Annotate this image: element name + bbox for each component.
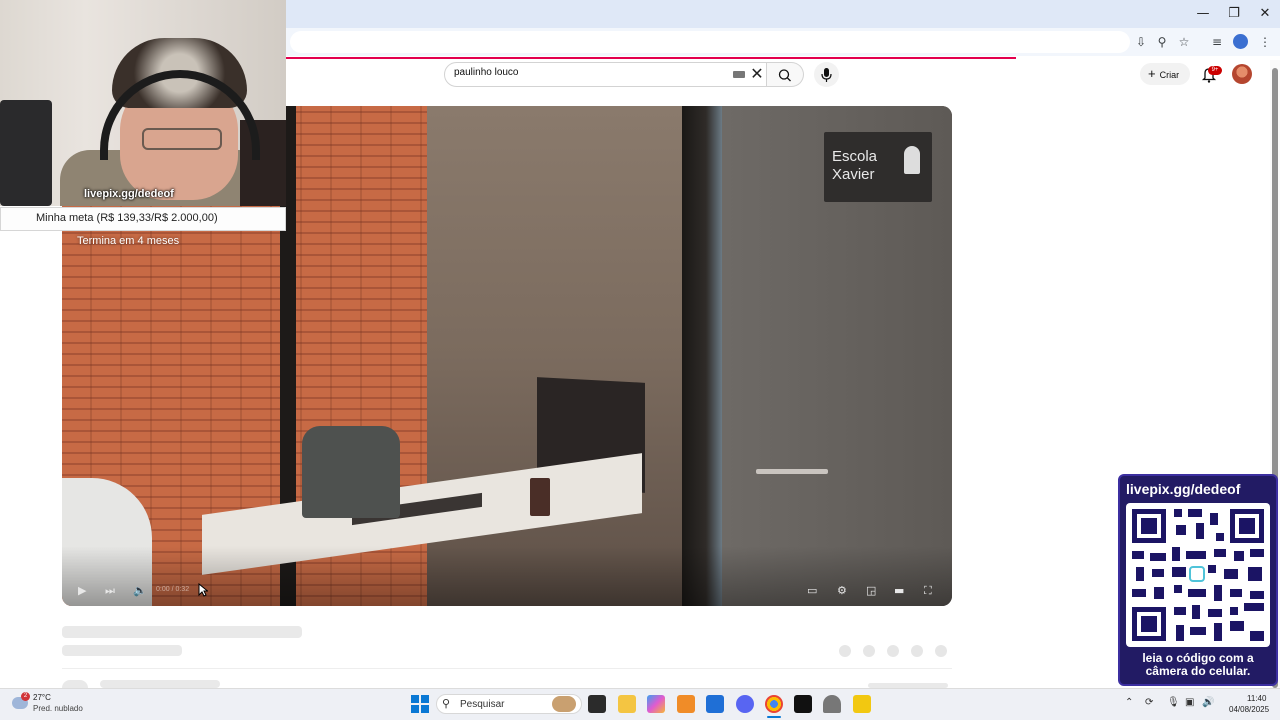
video-time: 0:00 / 0:32	[156, 586, 190, 593]
search-icon	[778, 69, 791, 82]
door-handle	[756, 469, 828, 474]
door-sign: Escola Xavier	[824, 132, 932, 202]
office-chair	[302, 426, 400, 518]
create-button[interactable]: + Criar	[1140, 63, 1190, 85]
file-explorer-icon[interactable]	[618, 695, 636, 713]
address-bar[interactable]	[290, 31, 1130, 53]
theater-mode-icon[interactable]: ▬	[894, 584, 904, 597]
sign-figure-icon	[904, 146, 920, 174]
taskbar	[0, 688, 1280, 720]
keyboard-icon[interactable]	[733, 71, 745, 78]
settings-icon[interactable]: ⚙	[837, 584, 847, 597]
qr-code-icon	[1132, 509, 1264, 641]
channel-placeholder	[100, 680, 220, 688]
action-placeholder	[863, 645, 875, 657]
weather-badge: 2	[21, 692, 30, 701]
title-placeholder	[62, 626, 302, 638]
weather-description[interactable]: Pred. nublado	[33, 704, 83, 713]
taskbar-search-placeholder: Pesquisar	[460, 699, 505, 710]
subtitle-placeholder	[62, 645, 182, 656]
pen-holder	[530, 478, 550, 516]
search-button[interactable]	[767, 62, 804, 87]
microphone-icon	[821, 68, 832, 82]
qr-code	[1126, 503, 1270, 647]
weather-temperature[interactable]: 27°C	[33, 693, 51, 702]
capcut-icon[interactable]	[794, 695, 812, 713]
play-icon[interactable]: ▶	[78, 584, 86, 597]
plus-icon: +	[1148, 66, 1156, 81]
next-icon[interactable]: ⏭	[105, 584, 115, 598]
action-placeholder	[887, 645, 899, 657]
background-case	[0, 100, 52, 206]
glasses	[142, 128, 222, 150]
qr-caption: leia o código com a câmera do celular.	[1142, 651, 1254, 678]
restore-button[interactable]: ❐	[1219, 4, 1249, 24]
notes-icon[interactable]	[853, 695, 871, 713]
clock-date[interactable]: 04/08/2025	[1229, 705, 1269, 714]
qr-url-text: livepix.gg/dedeof	[1126, 481, 1241, 497]
windows-start-icon[interactable]	[411, 695, 429, 713]
page-load-progress	[286, 57, 1016, 59]
clear-search-icon[interactable]: ✕	[748, 63, 766, 85]
discord-icon[interactable]	[736, 695, 754, 713]
clock-time[interactable]: 11:40	[1247, 694, 1266, 703]
create-label: Criar	[1159, 70, 1180, 80]
door-frame-right	[682, 106, 722, 606]
store-icon[interactable]	[706, 695, 724, 713]
divider	[62, 668, 952, 669]
chevron-up-icon[interactable]: ⌃	[1125, 697, 1133, 708]
avatar[interactable]	[1232, 64, 1252, 84]
app-a-icon[interactable]	[677, 695, 695, 713]
active-app-indicator	[767, 716, 781, 718]
avatar-placeholder	[62, 680, 88, 688]
rocket-icon[interactable]	[823, 695, 841, 713]
action-placeholder	[839, 645, 851, 657]
sign-line2: Xavier	[832, 166, 875, 183]
search-icon: ⚲	[442, 697, 451, 710]
action-placeholder	[935, 645, 947, 657]
chrome-icon[interactable]	[765, 695, 783, 713]
cursor-icon	[198, 583, 208, 597]
minimize-button[interactable]: —	[1188, 4, 1218, 24]
sign-line1: Escola	[832, 148, 878, 165]
install-icon[interactable]: ⇩	[1132, 33, 1150, 51]
video-controls: ▶ ⏭ 🔈 0:00 / 0:32 ▭ ⚙ ◲ ▬ ⛶	[62, 576, 952, 606]
voice-search-button[interactable]	[814, 62, 839, 87]
microphone-icon[interactable]: 🎙	[1167, 697, 1180, 708]
fullscreen-icon[interactable]: ⛶	[924, 584, 932, 598]
close-window-button[interactable]: ✕	[1250, 4, 1280, 24]
subtitles-icon[interactable]: ▭	[807, 584, 817, 597]
task-view-icon[interactable]	[588, 695, 606, 713]
sync-icon[interactable]: ⟳	[1145, 697, 1153, 708]
notification-badge: 9+	[1208, 66, 1222, 75]
star-icon[interactable]: ☆	[1175, 33, 1193, 51]
donation-goal-deadline: Termina em 4 meses	[77, 235, 180, 247]
donation-goal-text: Minha meta (R$ 139,33/R$ 2.000,00)	[36, 212, 218, 224]
zoom-icon[interactable]: ⚲	[1153, 33, 1171, 51]
miniplayer-icon[interactable]: ◲	[866, 584, 876, 597]
copilot-icon[interactable]	[647, 695, 665, 713]
webcam-overlay	[0, 0, 286, 206]
speaker-icon[interactable]: 🔊	[1202, 697, 1214, 708]
menu-icon[interactable]: ⋮	[1256, 33, 1274, 51]
volume-icon[interactable]: 🔈	[133, 584, 147, 597]
network-icon[interactable]: ▣	[1185, 697, 1194, 708]
media-icon[interactable]: ≡	[1208, 33, 1226, 51]
search-highlight-icon	[552, 696, 576, 712]
action-placeholder	[911, 645, 923, 657]
search-input-value: paulinho louco	[454, 67, 519, 78]
webcam-url-text: livepix.gg/dedeof	[84, 188, 174, 200]
profile-icon[interactable]	[1233, 34, 1248, 49]
